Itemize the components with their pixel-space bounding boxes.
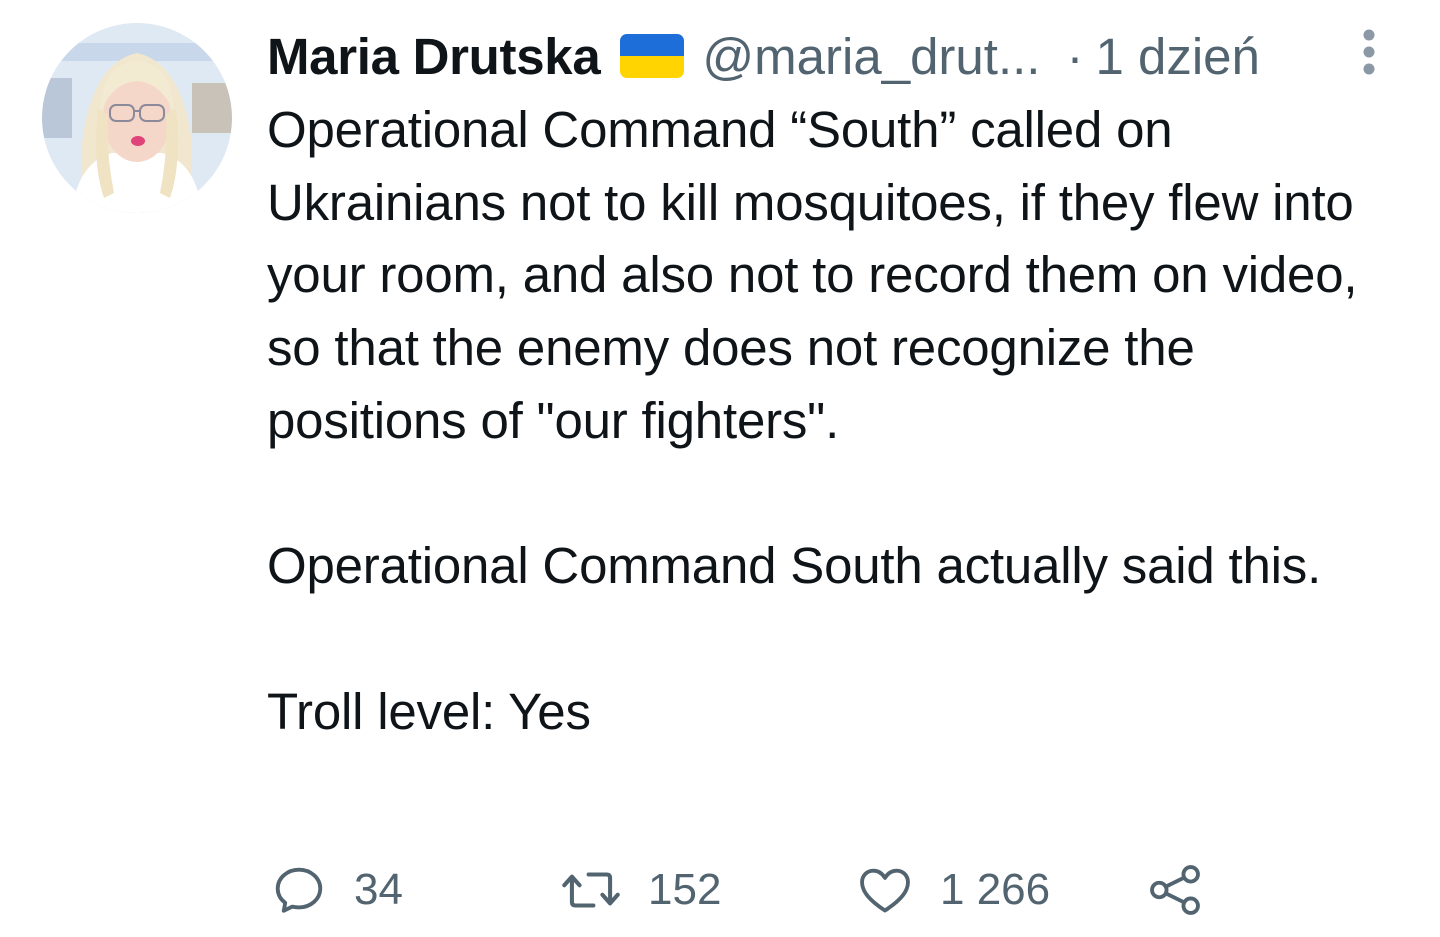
like-button[interactable]: 1 266 bbox=[856, 855, 1050, 925]
tweet-text: Operational Command “South” called on Uk… bbox=[267, 101, 1358, 740]
share-button[interactable] bbox=[1145, 855, 1205, 925]
heart-icon bbox=[860, 868, 910, 913]
tweet-header: Maria Drutska @maria_drut... · 1 dzień bbox=[267, 24, 1380, 88]
author-handle[interactable]: @maria_drut... bbox=[702, 27, 1040, 86]
reply-count: 34 bbox=[354, 865, 403, 914]
avatar-image bbox=[42, 23, 232, 213]
retweet-icon bbox=[562, 872, 620, 908]
more-vertical-icon[interactable] bbox=[1356, 28, 1382, 78]
tweet-timestamp[interactable]: 1 dzień bbox=[1095, 27, 1259, 86]
separator-dot: · bbox=[1066, 27, 1084, 85]
reply-icon bbox=[275, 867, 323, 913]
reply-button[interactable]: 34 bbox=[270, 855, 403, 925]
like-count: 1 266 bbox=[940, 865, 1051, 914]
author-name[interactable]: Maria Drutska bbox=[267, 27, 601, 86]
ukraine-flag-icon bbox=[620, 34, 685, 78]
retweet-button[interactable]: 152 bbox=[560, 855, 721, 925]
avatar[interactable] bbox=[42, 23, 232, 213]
tweet-actions: 34 152 1 266 bbox=[270, 855, 1430, 925]
share-icon bbox=[1150, 865, 1200, 915]
retweet-count: 152 bbox=[648, 865, 722, 914]
